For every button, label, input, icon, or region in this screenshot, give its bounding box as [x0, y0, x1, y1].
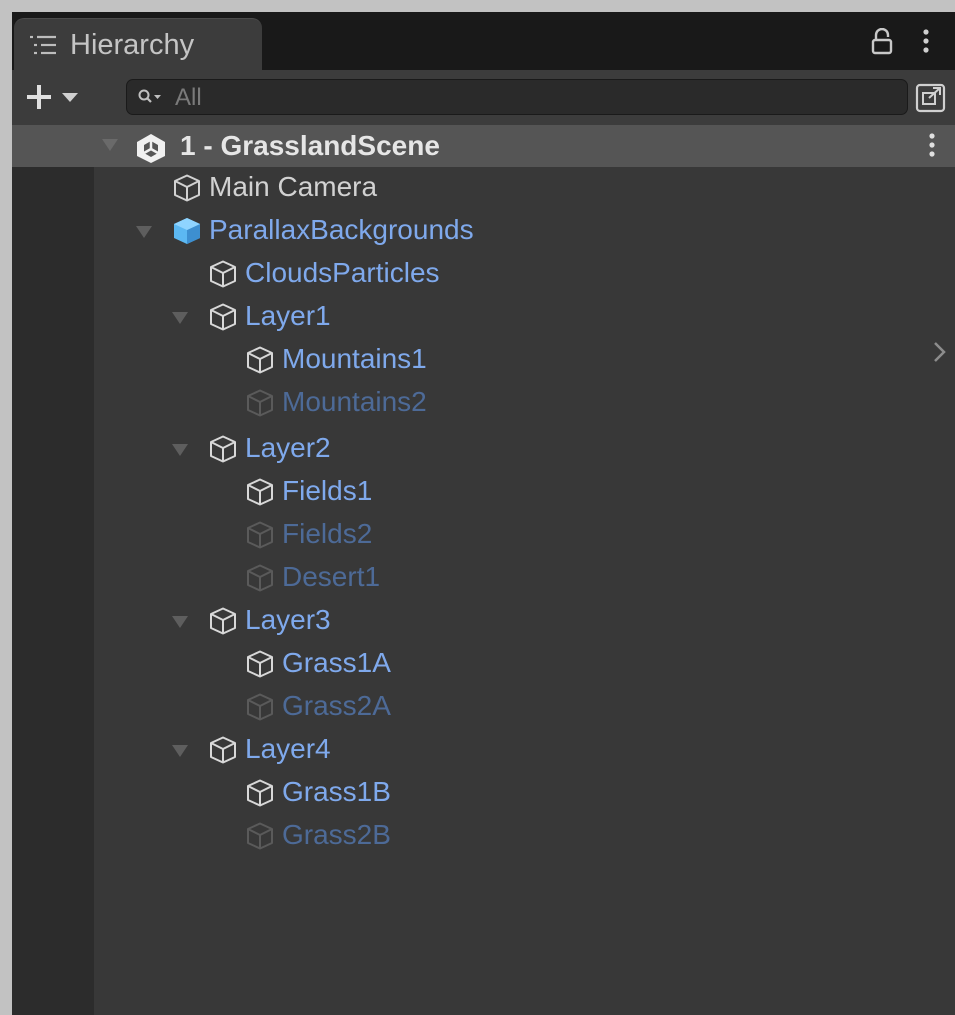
- tree-item[interactable]: Layer1: [12, 296, 955, 338]
- tab-hierarchy[interactable]: Hierarchy: [14, 18, 262, 71]
- tree-item[interactable]: Grass2A: [12, 686, 955, 728]
- tab-title: Hierarchy: [70, 29, 195, 61]
- tree-item[interactable]: Grass2B: [12, 815, 955, 857]
- plus-dropdown-icon: [27, 85, 78, 109]
- tree-item-label: Layer1: [245, 300, 331, 331]
- foldout-expanded-icon[interactable]: [100, 137, 120, 158]
- tree-item[interactable]: Grass1A: [12, 643, 955, 685]
- tree-item[interactable]: Mountains1: [12, 339, 955, 381]
- scene-kebab-menu-icon[interactable]: [926, 132, 938, 165]
- hierarchy-toolbar: [12, 70, 955, 127]
- cube-outline-icon: [208, 259, 238, 294]
- tree-item[interactable]: Fields1: [12, 471, 955, 513]
- tree-item-label: Mountains2: [282, 386, 427, 417]
- scene-view-icon[interactable]: [914, 82, 948, 119]
- cube-outline-icon: [245, 345, 275, 380]
- tree-item[interactable]: Fields2: [12, 514, 955, 556]
- cube-outline-icon: [245, 520, 275, 555]
- cube-outline-icon: [245, 388, 275, 423]
- tab-bar: Hierarchy: [12, 12, 955, 71]
- scene-row[interactable]: 1 - GrasslandScene: [12, 125, 955, 167]
- tree-item[interactable]: ParallaxBackgrounds: [12, 210, 955, 252]
- unity-logo-icon: [134, 132, 168, 169]
- scene-label: 1 - GrasslandScene: [180, 130, 440, 161]
- search-input[interactable]: [173, 82, 897, 114]
- tree-item[interactable]: Desert1: [12, 557, 955, 599]
- tree-item[interactable]: Main Camera: [12, 167, 955, 209]
- tree-item[interactable]: Mountains2: [12, 382, 955, 424]
- tree-item-label: Layer4: [245, 733, 331, 764]
- prefab-cube-icon: [172, 216, 202, 251]
- tree-item-label: Desert1: [282, 561, 381, 592]
- cube-outline-icon: [208, 606, 238, 641]
- foldout-expanded-icon[interactable]: [170, 310, 190, 331]
- search-field[interactable]: [126, 79, 908, 115]
- tree-item-label: Layer2: [245, 432, 331, 463]
- cube-outline-icon: [208, 735, 238, 770]
- foldout-expanded-icon[interactable]: [170, 614, 190, 635]
- cube-outline-icon: [208, 434, 238, 469]
- tree-item-label: Grass2B: [282, 819, 391, 850]
- cube-outline-icon: [245, 778, 275, 813]
- cube-outline-icon: [172, 173, 202, 208]
- list-icon: [28, 34, 58, 61]
- tree-item[interactable]: Layer2: [12, 428, 955, 470]
- kebab-menu-icon[interactable]: [920, 28, 932, 61]
- search-icon: [137, 88, 163, 111]
- tree-item[interactable]: Layer3: [12, 600, 955, 642]
- hierarchy-window: Hierarchy All 1 - GrasslandScene Main Ca…: [12, 12, 955, 1015]
- hierarchy-tree: 1 - GrasslandScene Main Camera ParallaxBa…: [12, 125, 955, 1015]
- tree-item-label: Grass2A: [282, 690, 391, 721]
- foldout-expanded-icon[interactable]: [134, 224, 154, 245]
- tree-item-label: Grass1A: [282, 647, 391, 678]
- tree-item-label: ParallaxBackgrounds: [209, 214, 474, 245]
- tree-item-label: Fields2: [282, 518, 373, 549]
- cube-outline-icon: [245, 649, 275, 684]
- cube-outline-icon: [245, 692, 275, 727]
- cube-outline-icon: [245, 563, 275, 598]
- lock-icon[interactable]: [870, 27, 894, 61]
- cube-outline-icon: [245, 477, 275, 512]
- tree-item-label: Layer3: [245, 604, 331, 635]
- tree-item[interactable]: Layer4: [12, 729, 955, 771]
- tree-item[interactable]: CloudsParticles: [12, 253, 955, 295]
- cube-outline-icon: [208, 302, 238, 337]
- tree-item-label: Mountains1: [282, 343, 427, 374]
- create-dropdown-button[interactable]: [24, 82, 94, 112]
- cube-outline-icon: [245, 821, 275, 856]
- tree-item-label: Main Camera: [209, 171, 378, 202]
- tree-item-label: CloudsParticles: [245, 257, 440, 288]
- foldout-expanded-icon[interactable]: [170, 743, 190, 764]
- chevron-right-icon[interactable]: [932, 340, 948, 369]
- tree-item-label: Grass1B: [282, 776, 391, 807]
- tree-item[interactable]: Grass1B: [12, 772, 955, 814]
- tree-item-label: Fields1: [282, 475, 373, 506]
- foldout-expanded-icon[interactable]: [170, 442, 190, 463]
